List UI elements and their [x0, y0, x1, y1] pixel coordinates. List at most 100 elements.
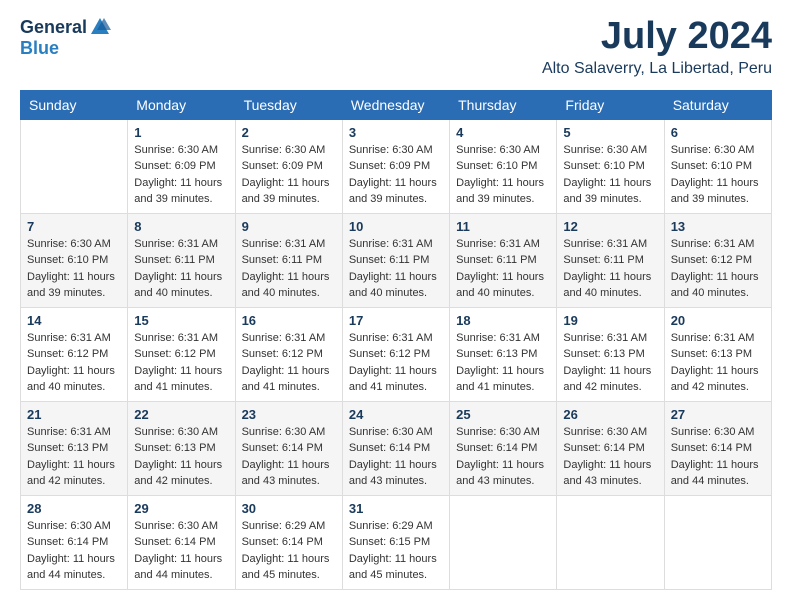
day-info: Sunrise: 6:30 AMSunset: 6:14 PMDaylight:…: [349, 424, 443, 490]
calendar-week-row: 14 Sunrise: 6:31 AMSunset: 6:12 PMDayligh…: [21, 307, 772, 401]
day-number: 15: [134, 313, 228, 328]
day-number: 23: [242, 407, 336, 422]
day-info: Sunrise: 6:31 AMSunset: 6:13 PMDaylight:…: [671, 330, 765, 396]
day-info: Sunrise: 6:30 AMSunset: 6:09 PMDaylight:…: [349, 142, 443, 208]
day-number: 14: [27, 313, 121, 328]
day-number: 26: [563, 407, 657, 422]
calendar-cell: [664, 495, 771, 589]
calendar-cell: 21Sunrise: 6:31 AMSunset: 6:13 PMDayligh…: [21, 401, 128, 495]
calendar-header-tuesday: Tuesday: [235, 90, 342, 119]
calendar-cell: 22 Sunrise: 6:30 AMSunset: 6:13 PMDayligh…: [128, 401, 235, 495]
calendar-cell: 5 Sunrise: 6:30 AMSunset: 6:10 PMDaylight…: [557, 119, 664, 213]
calendar-cell: 20Sunrise: 6:31 AMSunset: 6:13 PMDayligh…: [664, 307, 771, 401]
logo-blue-text: Blue: [20, 38, 59, 59]
day-info: Sunrise: 6:31 AMSunset: 6:12 PMDaylight:…: [242, 330, 336, 396]
day-info: Sunrise: 6:30 AMSunset: 6:09 PMDaylight:…: [242, 142, 336, 208]
day-info: Sunrise: 6:31 AMSunset: 6:12 PMDaylight:…: [134, 330, 228, 396]
day-info: Sunrise: 6:31 AMSunset: 6:11 PMDaylight:…: [456, 236, 550, 302]
day-number: 2: [242, 125, 336, 140]
calendar-header-thursday: Thursday: [450, 90, 557, 119]
calendar-cell: 16Sunrise: 6:31 AMSunset: 6:12 PMDayligh…: [235, 307, 342, 401]
day-number: 31: [349, 501, 443, 516]
calendar-cell: 12 Sunrise: 6:31 AMSunset: 6:11 PMDayligh…: [557, 213, 664, 307]
logo-general-text: General: [20, 17, 87, 38]
day-info: Sunrise: 6:31 AMSunset: 6:11 PMDaylight:…: [563, 236, 657, 302]
day-number: 6: [671, 125, 765, 140]
day-info: Sunrise: 6:30 AMSunset: 6:14 PMDaylight:…: [456, 424, 550, 490]
calendar-cell: [557, 495, 664, 589]
day-info: Sunrise: 6:31 AMSunset: 6:13 PMDaylight:…: [456, 330, 550, 396]
day-info: Sunrise: 6:30 AMSunset: 6:09 PMDaylight:…: [134, 142, 228, 208]
calendar-cell: 29 Sunrise: 6:30 AMSunset: 6:14 PMDayligh…: [128, 495, 235, 589]
day-number: 9: [242, 219, 336, 234]
logo: General Blue: [20, 16, 111, 59]
calendar-cell: 3 Sunrise: 6:30 AMSunset: 6:09 PMDaylight…: [342, 119, 449, 213]
calendar-cell: 28Sunrise: 6:30 AMSunset: 6:14 PMDayligh…: [21, 495, 128, 589]
day-info: Sunrise: 6:30 AMSunset: 6:14 PMDaylight:…: [563, 424, 657, 490]
location-subtitle: Alto Salaverry, La Libertad, Peru: [542, 60, 772, 78]
calendar-cell: 14Sunrise: 6:31 AMSunset: 6:12 PMDayligh…: [21, 307, 128, 401]
calendar-cell: 27 Sunrise: 6:30 AMSunset: 6:14 PMDayligh…: [664, 401, 771, 495]
day-number: 8: [134, 219, 228, 234]
day-info: Sunrise: 6:30 AMSunset: 6:14 PMDaylight:…: [134, 518, 228, 584]
calendar-cell: 8Sunrise: 6:31 AMSunset: 6:11 PMDaylight…: [128, 213, 235, 307]
day-number: 11: [456, 219, 550, 234]
calendar-week-row: 28Sunrise: 6:30 AMSunset: 6:14 PMDayligh…: [21, 495, 772, 589]
day-info: Sunrise: 6:30 AMSunset: 6:10 PMDaylight:…: [563, 142, 657, 208]
day-number: 12: [563, 219, 657, 234]
calendar-cell: 13Sunrise: 6:31 AMSunset: 6:12 PMDayligh…: [664, 213, 771, 307]
day-info: Sunrise: 6:31 AMSunset: 6:12 PMDaylight:…: [671, 236, 765, 302]
calendar-cell: 26 Sunrise: 6:30 AMSunset: 6:14 PMDayligh…: [557, 401, 664, 495]
title-section: July 2024 Alto Salaverry, La Libertad, P…: [542, 16, 772, 78]
calendar-cell: 31Sunrise: 6:29 AMSunset: 6:15 PMDayligh…: [342, 495, 449, 589]
day-info: Sunrise: 6:31 AMSunset: 6:13 PMDaylight:…: [27, 424, 121, 490]
calendar-cell: 24 Sunrise: 6:30 AMSunset: 6:14 PMDayligh…: [342, 401, 449, 495]
day-number: 1: [134, 125, 228, 140]
day-info: Sunrise: 6:30 AMSunset: 6:14 PMDaylight:…: [27, 518, 121, 584]
calendar-cell: [21, 119, 128, 213]
calendar-cell: 1 Sunrise: 6:30 AMSunset: 6:09 PMDaylight…: [128, 119, 235, 213]
logo-icon: [89, 16, 111, 38]
calendar-week-row: 1 Sunrise: 6:30 AMSunset: 6:09 PMDaylight…: [21, 119, 772, 213]
calendar-week-row: 7 Sunrise: 6:30 AMSunset: 6:10 PMDaylight…: [21, 213, 772, 307]
day-number: 4: [456, 125, 550, 140]
calendar-cell: 19 Sunrise: 6:31 AMSunset: 6:13 PMDayligh…: [557, 307, 664, 401]
calendar-cell: 4 Sunrise: 6:30 AMSunset: 6:10 PMDaylight…: [450, 119, 557, 213]
day-number: 24: [349, 407, 443, 422]
day-info: Sunrise: 6:31 AMSunset: 6:11 PMDaylight:…: [242, 236, 336, 302]
calendar-cell: 6 Sunrise: 6:30 AMSunset: 6:10 PMDaylight…: [664, 119, 771, 213]
calendar-cell: 9 Sunrise: 6:31 AMSunset: 6:11 PMDaylight…: [235, 213, 342, 307]
day-info: Sunrise: 6:30 AMSunset: 6:10 PMDaylight:…: [27, 236, 121, 302]
day-info: Sunrise: 6:30 AMSunset: 6:10 PMDaylight:…: [671, 142, 765, 208]
calendar-cell: 25 Sunrise: 6:30 AMSunset: 6:14 PMDayligh…: [450, 401, 557, 495]
day-number: 29: [134, 501, 228, 516]
day-number: 5: [563, 125, 657, 140]
calendar-cell: 2 Sunrise: 6:30 AMSunset: 6:09 PMDaylight…: [235, 119, 342, 213]
calendar-cell: 30Sunrise: 6:29 AMSunset: 6:14 PMDayligh…: [235, 495, 342, 589]
calendar-cell: 11 Sunrise: 6:31 AMSunset: 6:11 PMDayligh…: [450, 213, 557, 307]
day-info: Sunrise: 6:30 AMSunset: 6:13 PMDaylight:…: [134, 424, 228, 490]
calendar-cell: 10 Sunrise: 6:31 AMSunset: 6:11 PMDayligh…: [342, 213, 449, 307]
day-info: Sunrise: 6:31 AMSunset: 6:11 PMDaylight:…: [349, 236, 443, 302]
day-info: Sunrise: 6:30 AMSunset: 6:10 PMDaylight:…: [456, 142, 550, 208]
calendar-cell: 7 Sunrise: 6:30 AMSunset: 6:10 PMDaylight…: [21, 213, 128, 307]
calendar-header-friday: Friday: [557, 90, 664, 119]
header: General Blue July 2024 Alto Salaverry, L…: [20, 16, 772, 78]
day-number: 10: [349, 219, 443, 234]
day-number: 25: [456, 407, 550, 422]
day-info: Sunrise: 6:30 AMSunset: 6:14 PMDaylight:…: [242, 424, 336, 490]
day-number: 3: [349, 125, 443, 140]
day-info: Sunrise: 6:31 AMSunset: 6:12 PMDaylight:…: [349, 330, 443, 396]
day-number: 7: [27, 219, 121, 234]
calendar-header-monday: Monday: [128, 90, 235, 119]
day-info: Sunrise: 6:29 AMSunset: 6:14 PMDaylight:…: [242, 518, 336, 584]
day-number: 17: [349, 313, 443, 328]
day-number: 27: [671, 407, 765, 422]
month-year-title: July 2024: [542, 16, 772, 58]
day-info: Sunrise: 6:30 AMSunset: 6:14 PMDaylight:…: [671, 424, 765, 490]
day-number: 22: [134, 407, 228, 422]
day-info: Sunrise: 6:31 AMSunset: 6:13 PMDaylight:…: [563, 330, 657, 396]
day-number: 19: [563, 313, 657, 328]
calendar-cell: 18Sunrise: 6:31 AMSunset: 6:13 PMDayligh…: [450, 307, 557, 401]
calendar-cell: [450, 495, 557, 589]
